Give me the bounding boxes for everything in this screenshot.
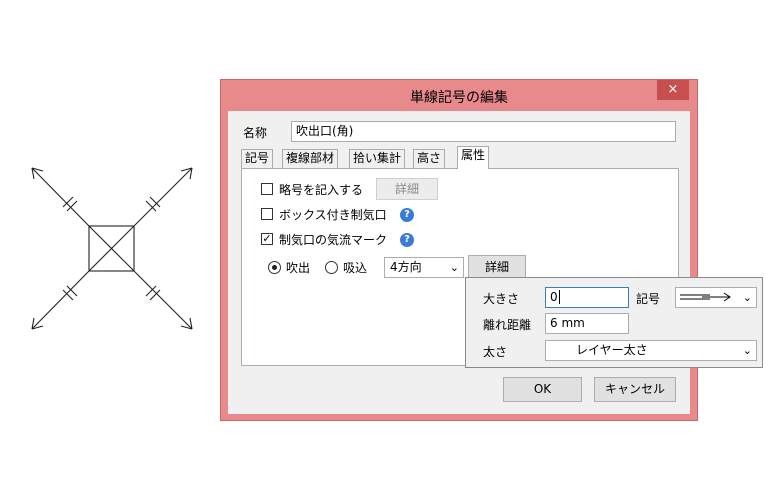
symbol-select[interactable]: ⌄: [675, 287, 757, 308]
distance-input[interactable]: 6 mm: [545, 313, 629, 334]
box-damper-checkbox[interactable]: [261, 208, 273, 220]
cancel-button[interactable]: キャンセル: [594, 377, 676, 402]
mark-detail-popup: 大きさ 0 記号 ⌄ 離れ距離 6 mm 太さ レイヤー太さ ⌄: [465, 277, 763, 368]
thickness-label: 太さ: [483, 345, 508, 359]
chevron-down-icon: ⌄: [742, 344, 752, 357]
radio-outlet-label: 吹出: [286, 261, 311, 275]
close-button[interactable]: ×: [657, 80, 689, 100]
tab-double-line-member[interactable]: 複線部材: [282, 149, 339, 168]
title-bar[interactable]: 単線記号の編集 ×: [221, 80, 697, 111]
arrow-down-left: [31, 270, 90, 330]
radio-inlet-label: 吸込: [343, 261, 368, 275]
help-icon[interactable]: ?: [400, 233, 414, 247]
name-input[interactable]: 吹出口(角): [291, 121, 676, 142]
abbrev-detail-button[interactable]: 詳細: [376, 178, 438, 200]
diffuser-symbol-preview: [31, 167, 193, 330]
help-icon[interactable]: ?: [400, 208, 414, 222]
radio-inlet[interactable]: [325, 261, 338, 274]
direction-value: 4方向: [390, 260, 422, 274]
size-label: 大きさ: [483, 292, 520, 306]
size-value: 0: [550, 290, 558, 304]
box-damper-label: ボックス付き制気口: [279, 208, 387, 222]
tab-height[interactable]: 高さ: [413, 149, 446, 168]
abbrev-label: 略号を記入する: [279, 183, 364, 197]
radio-outlet[interactable]: [268, 261, 281, 274]
size-input[interactable]: 0: [545, 287, 629, 308]
arrow-up-right: [133, 167, 193, 227]
edit-single-line-symbol-dialog: 単線記号の編集 × 名称 吹出口(角) 記号 複線部材 拾い集計 高さ 属性 略…: [220, 79, 698, 421]
ok-button[interactable]: OK: [503, 377, 582, 402]
airflow-mark-label: 制気口の気流マーク: [279, 233, 388, 247]
arrow-up-left: [31, 167, 90, 227]
direction-detail-button[interactable]: 詳細: [468, 255, 526, 279]
symbol-label: 記号: [636, 292, 661, 306]
direction-select[interactable]: 4方向 ⌄: [384, 257, 464, 278]
arrow-line-icon: [680, 292, 731, 302]
dialog-body: 名称 吹出口(角) 記号 複線部材 拾い集計 高さ 属性 略号を記入する 詳細 …: [228, 111, 690, 414]
distance-label: 離れ距離: [483, 318, 532, 332]
tab-symbol[interactable]: 記号: [241, 149, 274, 168]
chevron-down-icon: ⌄: [449, 261, 459, 274]
tab-count-summary[interactable]: 拾い集計: [349, 149, 406, 168]
tab-attributes[interactable]: 属性: [457, 146, 490, 169]
thickness-select[interactable]: レイヤー太さ ⌄: [545, 340, 757, 361]
airflow-mark-checkbox[interactable]: ✓: [261, 233, 273, 245]
chevron-down-icon: ⌄: [742, 291, 752, 304]
dialog-title: 単線記号の編集: [410, 90, 508, 106]
thickness-value: レイヤー太さ: [576, 343, 648, 357]
arrow-down-right: [133, 270, 193, 330]
name-label: 名称: [243, 126, 268, 140]
abbrev-checkbox[interactable]: [261, 183, 273, 195]
